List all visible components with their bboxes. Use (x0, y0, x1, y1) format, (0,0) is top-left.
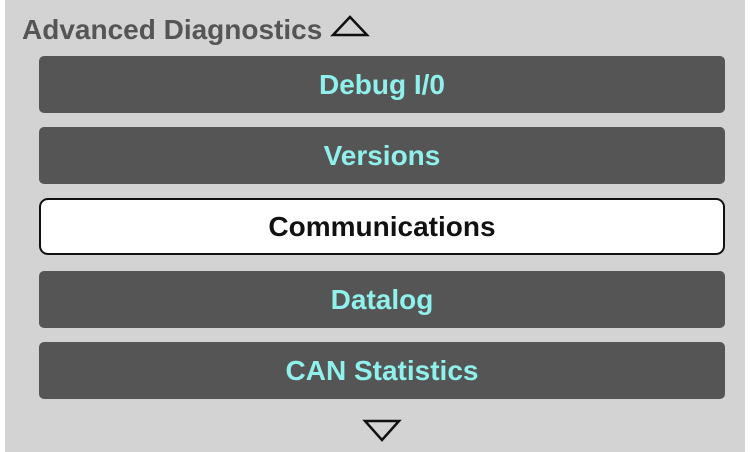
can-statistics-button[interactable]: CAN Statistics (39, 342, 725, 399)
section-header[interactable]: Advanced Diagnostics (22, 10, 371, 50)
triangle-up-icon[interactable] (330, 12, 371, 44)
datalog-button[interactable]: Datalog (39, 271, 725, 328)
diagnostics-panel: Advanced Diagnostics Debug I/0 Versions … (5, 0, 745, 452)
section-title: Advanced Diagnostics (22, 14, 323, 45)
versions-label: Versions (323, 139, 441, 171)
datalog-label: Datalog (330, 283, 434, 315)
triangle-down-icon[interactable] (362, 418, 402, 444)
can-statistics-label: CAN Statistics (285, 354, 479, 386)
debug-io-label: Debug I/0 (318, 68, 445, 100)
communications-button[interactable]: Communications (39, 198, 725, 255)
debug-io-button[interactable]: Debug I/0 (39, 56, 725, 113)
versions-button[interactable]: Versions (39, 127, 725, 184)
communications-label: Communications (268, 210, 496, 242)
